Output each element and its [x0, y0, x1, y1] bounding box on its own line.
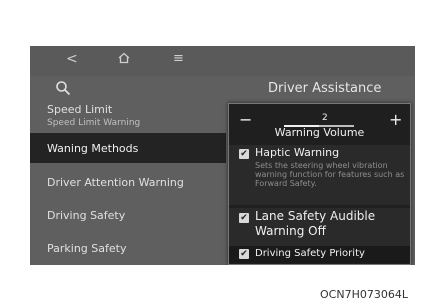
option-label: Haptic Warning: [255, 146, 340, 159]
haptic-warning-option[interactable]: ✔ Haptic Warning Sets the steering wheel…: [229, 145, 410, 205]
lane-safety-audible-warning-off-option[interactable]: ✔ Lane Safety Audible Warning Off: [229, 208, 410, 246]
checkbox-checked-icon[interactable]: ✔: [239, 213, 249, 223]
volume-label: Warning Volume: [274, 126, 365, 139]
sidebar-item-label: Driving Safety: [47, 209, 126, 222]
sidebar-item-label: Parking Safety: [47, 242, 127, 255]
sidebar-item-parking-safety[interactable]: Parking Safety: [30, 236, 230, 262]
sidebar-item-speed-limit[interactable]: Speed Limit Speed Limit Warning: [30, 100, 230, 130]
figure-code: OCN7H073064L: [320, 288, 408, 301]
sidebar-item-label: Driver Attention Warning: [47, 176, 184, 189]
option-label: Driving Safety Priority: [255, 248, 365, 259]
option-description: Sets the steering wheel vibration warnin…: [255, 161, 405, 188]
checkbox-checked-icon[interactable]: ✔: [239, 249, 249, 259]
sidebar-item-label: Waning Methods: [47, 142, 139, 155]
sidebar-item-sublabel: Speed Limit Warning: [47, 118, 141, 128]
infotainment-screen: < ≡ Driver Assistance Speed Limit Speed …: [30, 46, 415, 265]
sidebar-item-label: Speed Limit: [47, 103, 113, 116]
sidebar-item-warning-methods[interactable]: Waning Methods: [30, 133, 226, 163]
option-label: Lane Safety Audible Warning Off: [255, 209, 376, 238]
warning-volume-control: − 2 + Warning Volume: [229, 104, 410, 144]
volume-value: 2: [322, 113, 328, 123]
driving-safety-priority-option[interactable]: ✔ Driving Safety Priority: [229, 246, 410, 263]
sidebar-item-driving-safety[interactable]: Driving Safety: [30, 203, 230, 229]
checkbox-checked-icon[interactable]: ✔: [239, 149, 249, 159]
sidebar-item-driver-attention-warning[interactable]: Driver Attention Warning: [30, 170, 230, 196]
warning-methods-panel: − 2 + Warning Volume ✔ Haptic Warning Se…: [228, 103, 411, 265]
